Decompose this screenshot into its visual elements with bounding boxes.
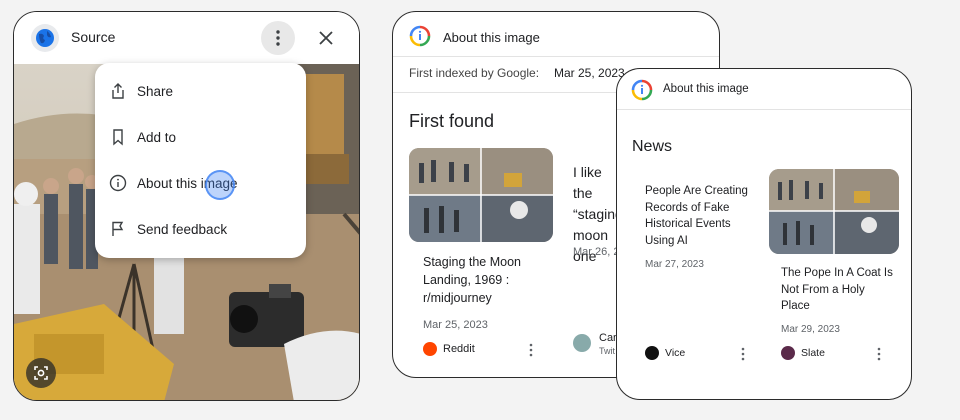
menu-label-share: Share [137,83,174,99]
more-vert-icon[interactable] [741,347,745,361]
google-about-icon [409,25,431,47]
news-article-title[interactable]: People Are Creating Records of Fake Hist… [645,183,755,249]
header-divider [617,109,911,110]
share-icon [109,82,127,100]
menu-item-about-this-image[interactable]: About this image [95,163,306,203]
overflow-menu: Share Add to About this image Send feedb… [95,63,306,258]
avatar [573,334,591,352]
about-panel-title: About this image [443,30,540,45]
news-source-name: Slate [801,347,825,359]
result-title[interactable]: Staging the Moon Landing, 1969 : r/midjo… [423,253,543,307]
menu-label-add-to: Add to [137,129,177,145]
news-article-source[interactable]: Vice [645,346,685,360]
result-source[interactable]: Reddit [423,342,475,356]
news-heading: News [632,138,673,155]
header-divider [393,56,719,57]
menu-item-share[interactable]: Share [95,71,306,111]
menu-item-add-to[interactable]: Add to [95,117,306,157]
reddit-icon [423,342,437,356]
result-date: Mar 25, 2023 [423,319,488,331]
news-article-date: Mar 27, 2023 [645,259,704,270]
more-vert-icon[interactable] [877,347,881,361]
result-source-name: Reddit [443,343,475,355]
result-date-partial: Mar 26, 2 [573,246,619,258]
first-found-heading: First found [409,111,495,131]
source-panel: Source Share Add to About this image Sen… [13,11,360,401]
info-icon [109,174,127,192]
vice-icon [645,346,659,360]
more-vert-icon[interactable] [261,21,295,55]
source-header: Source [14,12,359,64]
more-vert-icon[interactable] [529,343,533,357]
result-thumbnail[interactable] [409,148,553,242]
first-indexed-label: First indexed by Google: [409,66,540,80]
news-article-date: Mar 29, 2023 [781,324,840,335]
news-panel: About this image News People Are Creatin… [616,68,912,400]
google-about-icon [631,79,653,101]
slate-icon [781,346,795,360]
news-source-name: Vice [665,347,686,359]
flag-icon [109,220,127,238]
lens-icon[interactable] [26,358,56,388]
click-ripple [205,170,235,200]
news-panel-title: About this image [663,83,749,95]
first-indexed-date: Mar 25, 2023 [554,66,625,80]
globe-icon [31,24,59,52]
menu-item-send-feedback[interactable]: Send feedback [95,209,306,249]
source-title: Source [71,29,116,45]
news-thumbnail[interactable] [769,169,899,254]
menu-label-send-feedback: Send feedback [137,221,228,237]
close-icon[interactable] [312,24,340,52]
news-article-source[interactable]: Slate [781,346,825,360]
news-article-title[interactable]: The Pope In A Coat Is Not From a Holy Pl… [781,265,893,315]
bookmark-icon [109,128,127,146]
